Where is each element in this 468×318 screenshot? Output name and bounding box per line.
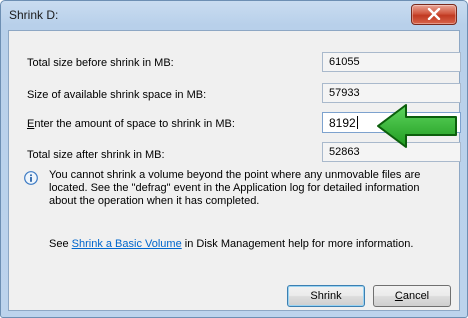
title-bar[interactable]: Shrink D: [1, 1, 467, 29]
window-title: Shrink D: [9, 8, 59, 22]
help-prefix: See [49, 238, 72, 250]
shrink-button[interactable]: Shrink [287, 285, 365, 307]
cancel-button[interactable]: Cancel [373, 285, 451, 307]
text-caret [356, 116, 358, 129]
close-icon [427, 8, 441, 20]
available-shrink-space-value: 57933 [322, 83, 461, 103]
help-line: See Shrink a Basic Volume in Disk Manage… [49, 238, 413, 250]
info-icon [24, 171, 38, 185]
dialog-body: Total size before shrink in MB: 61055 Si… [8, 30, 461, 311]
green-arrow-icon [377, 104, 457, 148]
shrink-basic-volume-link[interactable]: Shrink a Basic Volume [72, 238, 182, 250]
help-suffix: in Disk Management help for more informa… [181, 238, 414, 250]
close-button[interactable] [411, 4, 457, 25]
shrink-amount-label: Enter the amount of space to shrink in M… [27, 118, 235, 130]
total-size-after-label: Total size after shrink in MB: [27, 149, 165, 161]
shrink-amount-value: 8192 [329, 116, 356, 130]
info-message: You cannot shrink a volume beyond the po… [49, 169, 421, 207]
shrink-dialog: Shrink D: Total size before shrink in MB… [0, 0, 468, 318]
total-size-before-label: Total size before shrink in MB: [27, 57, 174, 69]
available-shrink-space-label: Size of available shrink space in MB: [27, 89, 207, 101]
total-size-before-value: 61055 [322, 52, 461, 72]
